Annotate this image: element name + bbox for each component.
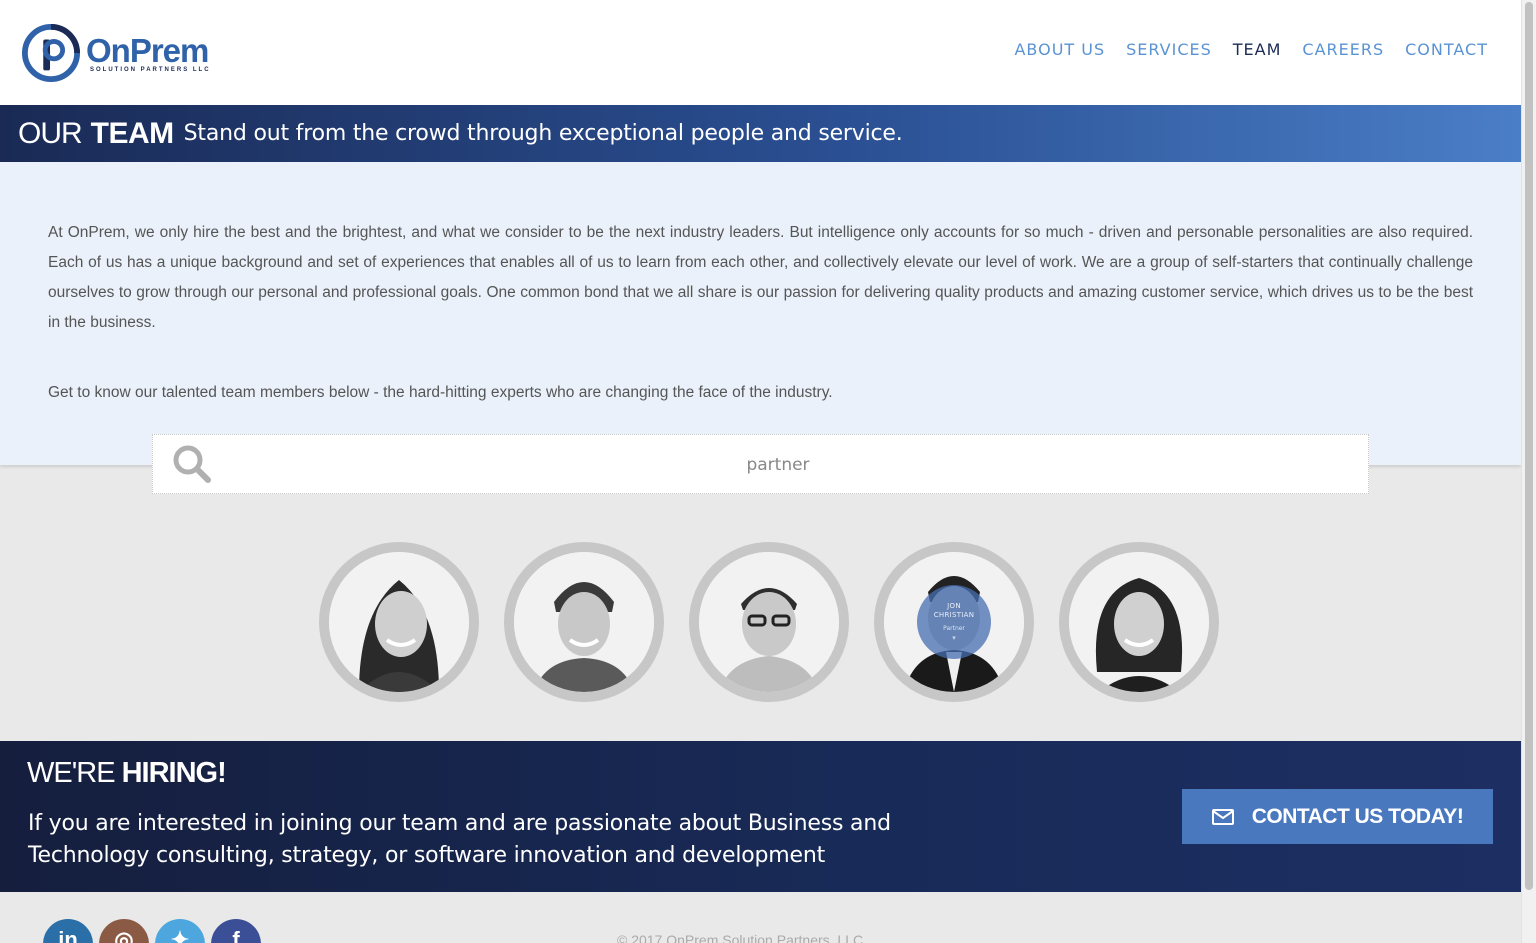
member-photo bbox=[699, 552, 839, 692]
nav-about-us[interactable]: ABOUT US bbox=[1014, 40, 1105, 59]
facebook-icon[interactable]: f bbox=[211, 919, 261, 943]
scrollbar-thumb[interactable] bbox=[1525, 2, 1533, 890]
brand-logo[interactable]: OnPrem SOLUTION PARTNERS LLC bbox=[22, 24, 211, 82]
onprem-logo-icon bbox=[22, 24, 80, 82]
team-search bbox=[152, 434, 1369, 494]
member-hover-overlay[interactable]: JON CHRISTIAN Partner ▾ bbox=[917, 585, 991, 659]
hiring-title-prefix: WE'RE bbox=[27, 757, 116, 789]
envelope-icon bbox=[1211, 808, 1234, 825]
page-title-band: OUR TEAM Stand out from the crowd throug… bbox=[0, 105, 1521, 162]
contact-us-button[interactable]: CONTACT US TODAY! bbox=[1182, 789, 1493, 844]
brand-subtitle: SOLUTION PARTNERS LLC bbox=[90, 66, 211, 73]
team-member-card-hovered[interactable]: JON CHRISTIAN Partner ▾ bbox=[874, 542, 1034, 702]
contact-us-button-label: CONTACT US TODAY! bbox=[1251, 804, 1464, 828]
copyright-text: © 2017 OnPrem Solution Partners, LLC bbox=[617, 932, 864, 943]
vertical-scrollbar[interactable] bbox=[1521, 0, 1536, 943]
member-photo bbox=[329, 552, 469, 692]
chevron-down-icon: ▾ bbox=[952, 635, 956, 642]
social-links: in ◎ ✦ f bbox=[43, 919, 267, 943]
team-member-list: JON CHRISTIAN Partner ▾ bbox=[319, 542, 1219, 702]
member-avatar-female-icon bbox=[1069, 552, 1209, 692]
page-title: TEAM bbox=[90, 116, 175, 150]
team-member-card[interactable] bbox=[1059, 542, 1219, 702]
member-photo bbox=[514, 552, 654, 692]
member-avatar-male-icon bbox=[514, 552, 654, 692]
member-photo bbox=[1069, 552, 1209, 692]
hiring-description: If you are interested in joining our tea… bbox=[28, 811, 891, 868]
hiring-title-strong: HIRING! bbox=[121, 757, 227, 789]
member-role: Partner bbox=[943, 625, 965, 632]
brand-name: OnPrem bbox=[86, 31, 209, 69]
site-header: OnPrem SOLUTION PARTNERS LLC ABOUT US SE… bbox=[0, 0, 1521, 105]
team-member-card[interactable] bbox=[504, 542, 664, 702]
title-tagline: Stand out from the crowd through excepti… bbox=[183, 121, 903, 146]
hiring-title: WE'RE HIRING! bbox=[27, 757, 227, 790]
team-member-card[interactable] bbox=[689, 542, 849, 702]
linkedin-icon[interactable]: in bbox=[43, 919, 93, 943]
intro-section: At OnPrem, we only hire the best and the… bbox=[0, 162, 1521, 465]
main-nav: ABOUT US SERVICES TEAM CAREERS CONTACT bbox=[993, 40, 1488, 59]
page: OnPrem SOLUTION PARTNERS LLC ABOUT US SE… bbox=[0, 0, 1536, 943]
team-member-card[interactable] bbox=[319, 542, 479, 702]
title-prefix: OUR bbox=[18, 116, 83, 150]
search-input[interactable] bbox=[233, 447, 1323, 483]
intro-paragraph-secondary: Get to know our talented team members be… bbox=[48, 384, 833, 401]
intro-paragraph: At OnPrem, we only hire the best and the… bbox=[48, 224, 1473, 331]
member-avatar-male-icon bbox=[699, 552, 839, 692]
member-avatar-female-icon bbox=[329, 552, 469, 692]
nav-careers[interactable]: CAREERS bbox=[1302, 40, 1384, 59]
member-name: JON CHRISTIAN bbox=[933, 602, 975, 619]
twitter-icon[interactable]: ✦ bbox=[155, 919, 205, 943]
nav-team[interactable]: TEAM bbox=[1233, 40, 1282, 59]
hiring-section: WE'RE HIRING! If you are interested in j… bbox=[0, 741, 1521, 892]
site-footer: in ◎ ✦ f © 2017 OnPrem Solution Partners… bbox=[0, 892, 1521, 943]
nav-contact[interactable]: CONTACT bbox=[1405, 40, 1488, 59]
instagram-icon[interactable]: ◎ bbox=[99, 919, 149, 943]
search-icon[interactable] bbox=[171, 443, 213, 485]
nav-services[interactable]: SERVICES bbox=[1126, 40, 1212, 59]
